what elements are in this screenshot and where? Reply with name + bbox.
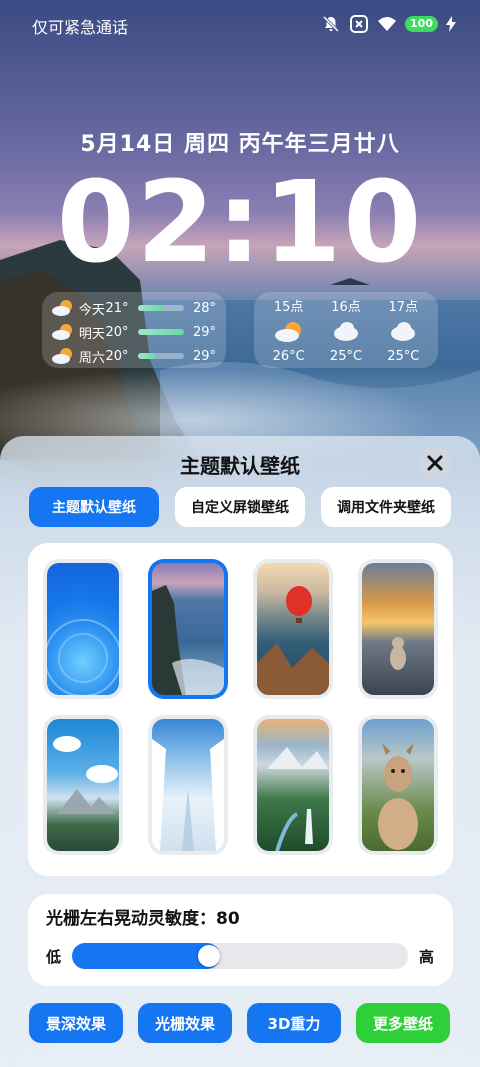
hour-label: 16点 <box>331 300 361 315</box>
temp-range-bar <box>137 329 184 335</box>
bell-muted-icon <box>321 14 341 34</box>
charging-icon <box>446 14 456 34</box>
weather-high-temp: 28° <box>192 300 216 316</box>
tab-custom-lock[interactable]: 自定义屏锁壁纸 <box>175 487 305 527</box>
slider-handle[interactable] <box>198 945 220 967</box>
weather-day-label: 周六 <box>78 350 105 366</box>
gravity-3d-button[interactable]: 3D重力 <box>247 1003 341 1043</box>
hour-temp: 26°C <box>272 349 305 364</box>
lockscreen-date: 5月14日 周四 丙午年三月廿八 <box>80 132 400 157</box>
weather-day-row: 明天 20° 29° <box>52 320 216 344</box>
hourly-item: 15点 26°C <box>273 296 305 364</box>
more-wallpapers-button[interactable]: 更多壁纸 <box>356 1003 450 1043</box>
wallpaper-thumb-snowy-forest[interactable] <box>148 715 228 855</box>
wallpaper-thumb-alpaca[interactable] <box>358 715 438 855</box>
close-box-icon <box>349 14 369 34</box>
wallpaper-thumb-cat-sunset[interactable] <box>358 559 438 699</box>
temp-range-bar <box>137 353 184 359</box>
partly-cloudy-icon <box>52 324 73 340</box>
weather-low-temp: 20° <box>105 348 129 364</box>
battery-icon: 100 <box>405 16 438 32</box>
status-icons: 100 <box>321 14 456 34</box>
wallpaper-thumb-sea-cliff[interactable] <box>148 559 228 699</box>
depth-effect-button[interactable]: 景深效果 <box>29 1003 123 1043</box>
daily-weather-widget[interactable]: 今天 21° 28° 明天 20° 29° 周六 20° 29° <box>42 292 226 368</box>
wallpaper-thumb-hot-air-balloon[interactable] <box>253 559 333 699</box>
tab-theme-default[interactable]: 主题默认壁纸 <box>29 487 159 527</box>
hourly-weather-widget[interactable]: 15点 26°C 16点 25°C 17点 25°C <box>254 292 438 368</box>
cloudy-icon <box>332 322 360 342</box>
grating-effect-button[interactable]: 光栅效果 <box>138 1003 232 1043</box>
weather-low-temp: 20° <box>105 324 129 340</box>
weather-high-temp: 29° <box>192 348 216 364</box>
hourly-item: 17点 25°C <box>387 296 419 364</box>
slider-high-label: 高 <box>419 948 435 966</box>
weather-day-row: 今天 21° 28° <box>52 296 216 320</box>
tab-folder-wallpaper[interactable]: 调用文件夹壁纸 <box>321 487 451 527</box>
hour-label: 17点 <box>388 300 419 315</box>
partly-cloudy-icon <box>274 322 303 342</box>
weather-day-label: 明天 <box>78 326 105 342</box>
close-icon <box>427 455 443 471</box>
sensitivity-title: 光栅左右晃动灵敏度：80 <box>46 909 240 929</box>
weather-day-row: 周六 20° 29° <box>52 344 216 368</box>
wallpaper-grid <box>28 543 453 876</box>
wifi-icon <box>377 14 397 34</box>
emergency-calls-only-label: 仅可紧急通话 <box>32 18 129 37</box>
sensitivity-slider[interactable] <box>72 943 408 969</box>
lockscreen-clock: 02:10 <box>56 158 424 288</box>
partly-cloudy-icon <box>52 348 73 364</box>
cloudy-icon <box>389 322 417 342</box>
weather-day-label: 今天 <box>78 302 105 318</box>
wallpaper-thumb-mountain-clouds[interactable] <box>43 715 123 855</box>
status-bar: 仅可紧急通话 100 <box>0 0 480 48</box>
sheet-title: 主题默认壁纸 <box>180 454 300 478</box>
hour-label: 15点 <box>273 300 304 315</box>
hour-temp: 25°C <box>387 349 420 364</box>
partly-cloudy-icon <box>52 300 73 316</box>
weather-low-temp: 21° <box>105 300 129 316</box>
slider-low-label: 低 <box>46 948 62 966</box>
temp-range-bar <box>137 305 184 311</box>
wallpaper-thumb-valley-waterfall[interactable] <box>253 715 333 855</box>
wallpaper-thumb-blue-abstract[interactable] <box>43 559 123 699</box>
hourly-item: 16点 25°C <box>330 296 362 364</box>
hour-temp: 25°C <box>329 349 363 364</box>
close-button[interactable] <box>419 447 451 479</box>
weather-high-temp: 29° <box>192 324 216 340</box>
